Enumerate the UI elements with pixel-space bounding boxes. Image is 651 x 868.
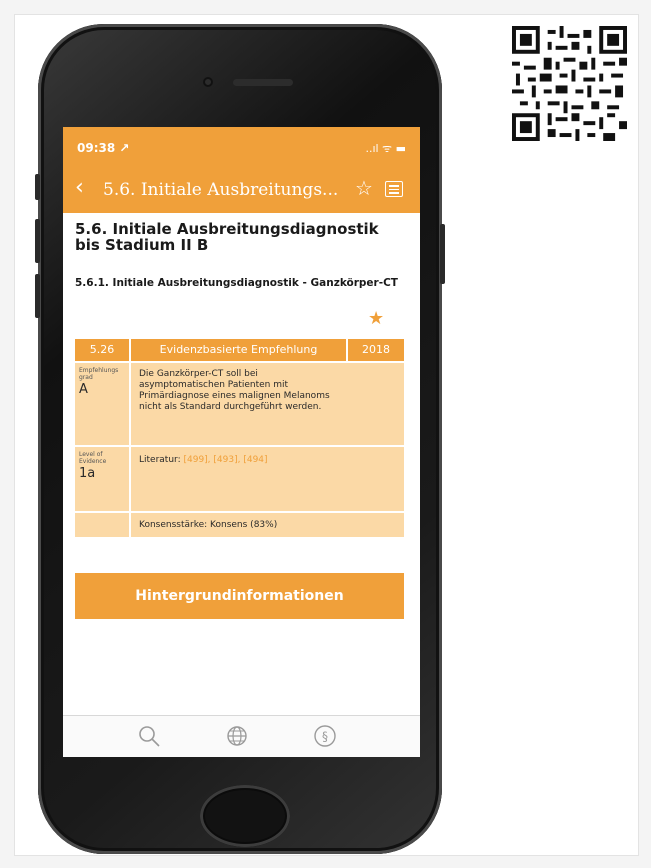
globe-icon[interactable] bbox=[225, 724, 249, 748]
subsection-title: 5.6.1. Initiale Ausbreitungsdiagnostik -… bbox=[75, 277, 398, 289]
literature-cell: Literatur: [499], [493], [494] bbox=[131, 447, 404, 513]
grade-row: Empfehlungs grad A Die Ganzkörper-CT sol… bbox=[75, 363, 404, 447]
front-camera bbox=[203, 77, 213, 87]
consensus-row: Konsensstärke: Konsens (83%) bbox=[75, 513, 404, 539]
svg-text:§: § bbox=[322, 730, 328, 744]
phone-screen: 09:38 ↗ ..ıl ᯤ ▬ ‹ 5.6. Initiale Ausbrei… bbox=[63, 127, 420, 757]
recommendation-text: Die Ganzkörper-CT soll bei asymptomatisc… bbox=[131, 363, 404, 447]
tab-bar: § bbox=[63, 715, 420, 757]
power-button bbox=[440, 224, 445, 284]
star-icon[interactable]: ★ bbox=[368, 310, 384, 328]
search-icon[interactable] bbox=[137, 724, 161, 748]
status-indicators: ..ıl ᯤ ▬ bbox=[365, 142, 406, 155]
literature-refs[interactable]: [499], [493], [494] bbox=[183, 455, 267, 465]
earpiece-speaker bbox=[233, 79, 293, 86]
evidence-row: Level of Evidence 1a Literatur: [499], [… bbox=[75, 447, 404, 513]
status-bar: 09:38 ↗ ..ıl ᯤ ▬ bbox=[63, 127, 420, 169]
volume-down-button bbox=[35, 274, 40, 318]
list-icon[interactable] bbox=[385, 181, 403, 197]
nav-title: 5.6. Initiale Ausbreitungs... bbox=[103, 180, 339, 200]
recommendation-table: 5.26 Evidenzbasierte Empfehlung 2018 Emp… bbox=[75, 339, 404, 539]
nav-bar: ‹ 5.6. Initiale Ausbreitungs... ☆ bbox=[63, 169, 420, 213]
grade-cell: Empfehlungs grad A bbox=[75, 363, 131, 447]
paragraph-icon[interactable]: § bbox=[313, 724, 337, 748]
qr-code bbox=[512, 26, 627, 141]
star-outline-icon[interactable]: ☆ bbox=[355, 178, 373, 198]
volume-up-button bbox=[35, 219, 40, 263]
home-button[interactable] bbox=[200, 785, 290, 847]
grade-value: A bbox=[79, 382, 88, 397]
mute-switch bbox=[35, 174, 40, 200]
recommendation-year: 2018 bbox=[348, 339, 404, 363]
recommendation-header-row: 5.26 Evidenzbasierte Empfehlung 2018 bbox=[75, 339, 404, 363]
background-info-button[interactable]: Hintergrundinformationen bbox=[75, 573, 404, 619]
chevron-left-icon[interactable]: ‹ bbox=[75, 177, 84, 199]
evidence-label: Level of Evidence bbox=[79, 451, 107, 465]
status-time: 09:38 ↗ bbox=[77, 141, 130, 155]
recommendation-type: Evidenzbasierte Empfehlung bbox=[131, 339, 348, 363]
content-area: 5.6. Initiale Ausbreitungsdiagnostik bis… bbox=[63, 213, 420, 715]
consensus-text: Konsensstärke: Konsens (83%) bbox=[131, 513, 404, 539]
section-title: 5.6. Initiale Ausbreitungsdiagnostik bis… bbox=[75, 220, 379, 254]
literature-label: Literatur: bbox=[139, 455, 181, 465]
evidence-cell: Level of Evidence 1a bbox=[75, 447, 131, 513]
recommendation-number: 5.26 bbox=[75, 339, 131, 363]
grade-label: Empfehlungs grad bbox=[79, 367, 119, 381]
consensus-empty-cell bbox=[75, 513, 131, 539]
evidence-value: 1a bbox=[79, 466, 96, 481]
